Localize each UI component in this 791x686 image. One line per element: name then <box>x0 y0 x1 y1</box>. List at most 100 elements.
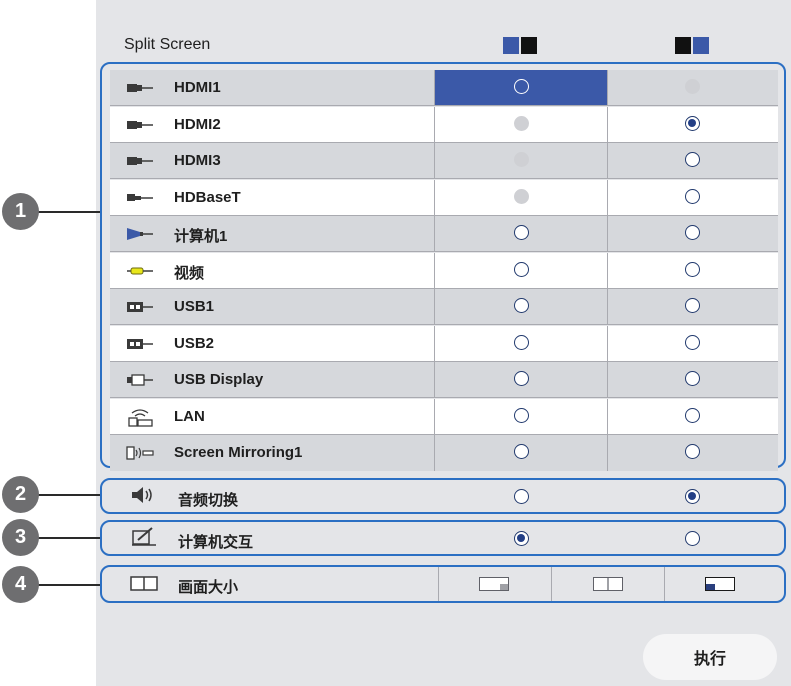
source-row[interactable]: USB1 <box>110 289 778 325</box>
hdbaset-icon <box>127 193 153 201</box>
callout-3: 3 <box>2 519 39 556</box>
source-label: HDMI2 <box>174 115 221 133</box>
source-row[interactable]: USB2 <box>110 325 778 362</box>
divider <box>607 362 608 398</box>
source-right-radio[interactable] <box>685 152 700 167</box>
computer-vga-icon <box>127 228 153 240</box>
divider <box>607 143 608 179</box>
source-right-radio[interactable] <box>685 444 700 459</box>
source-label: 计算机1 <box>174 228 228 245</box>
divider <box>607 435 608 471</box>
divider <box>434 252 435 289</box>
divider <box>607 106 608 143</box>
callout-leader <box>38 584 100 586</box>
source-left-radio[interactable] <box>514 225 529 240</box>
interactive-row[interactable]: 计算机交互 <box>114 522 783 554</box>
screen-mirroring-icon <box>126 446 154 460</box>
source-row[interactable]: USB Display <box>110 362 778 398</box>
source-row[interactable]: Screen Mirroring1 <box>110 435 778 471</box>
pen-icon <box>132 527 156 546</box>
source-right-radio[interactable] <box>685 115 700 131</box>
source-right-radio[interactable] <box>685 371 700 386</box>
divider <box>434 216 435 252</box>
source-label: HDMI3 <box>174 152 221 169</box>
speaker-icon <box>132 487 152 503</box>
lan-icon <box>128 408 153 427</box>
audio-label: 音频切换 <box>178 492 239 509</box>
source-left-radio[interactable] <box>514 371 529 386</box>
source-left-radio[interactable] <box>514 298 529 313</box>
hdmi-icon <box>127 84 153 92</box>
usb-icon <box>127 302 153 312</box>
callout-leader <box>38 211 100 213</box>
source-right-radio[interactable] <box>685 334 700 350</box>
callout-2: 2 <box>2 476 39 513</box>
interactive-right-radio[interactable] <box>685 531 700 546</box>
source-label: 视频 <box>174 264 205 282</box>
source-label: HDMI1 <box>174 79 221 96</box>
source-row[interactable]: 视频 <box>110 252 778 289</box>
usb-display-icon <box>127 374 153 386</box>
divider <box>607 398 608 435</box>
source-left-radio[interactable] <box>514 79 529 94</box>
divider <box>664 567 665 601</box>
divider <box>434 325 435 362</box>
source-label: LAN <box>174 407 205 425</box>
divider <box>607 325 608 362</box>
source-right-radio[interactable] <box>685 261 700 277</box>
divider <box>551 567 552 601</box>
audio-row[interactable]: 音频切换 <box>114 480 783 512</box>
source-left-radio[interactable] <box>514 444 529 459</box>
source-left-radio[interactable] <box>514 334 529 350</box>
audio-right-radio[interactable] <box>685 489 700 504</box>
source-label: USB2 <box>174 334 215 352</box>
divider <box>434 362 435 398</box>
callout-1: 1 <box>2 193 39 230</box>
screen-size-label: 画面大小 <box>178 579 239 596</box>
interactive-left-radio[interactable] <box>514 531 529 546</box>
source-right-radio[interactable] <box>685 188 700 204</box>
callout-leader <box>38 494 100 496</box>
divider <box>607 252 608 289</box>
hdmi-icon <box>127 120 153 129</box>
divider <box>434 435 435 471</box>
divider <box>434 289 435 325</box>
hdmi-icon <box>127 157 153 165</box>
source-row[interactable]: HDMI2 <box>110 106 778 143</box>
divider <box>434 143 435 179</box>
screen-size-icon <box>130 576 158 591</box>
source-left-radio[interactable] <box>514 261 529 277</box>
source-row[interactable]: 计算机1 <box>110 216 778 252</box>
interactive-group: 计算机交互 <box>100 520 786 556</box>
source-label: HDBaseT <box>174 188 241 206</box>
split-right-icon <box>675 37 711 54</box>
source-row[interactable]: HDMI3 <box>110 143 778 179</box>
divider <box>434 106 435 143</box>
source-row[interactable]: LAN <box>110 398 778 435</box>
source-right-radio[interactable] <box>685 225 700 240</box>
source-left-radio <box>514 188 529 204</box>
size-left-large-icon[interactable] <box>479 577 509 591</box>
source-row[interactable]: HDBaseT <box>110 179 778 216</box>
size-right-large-icon[interactable] <box>705 577 735 591</box>
divider <box>434 398 435 435</box>
source-right-radio[interactable] <box>685 407 700 423</box>
source-left-radio[interactable] <box>514 407 529 423</box>
split-left-icon <box>503 37 539 54</box>
source-label: USB1 <box>174 298 215 315</box>
size-equal-icon[interactable] <box>593 577 623 591</box>
source-right-radio[interactable] <box>685 298 700 313</box>
execute-button[interactable]: 执行 <box>643 634 777 680</box>
divider <box>438 567 439 601</box>
callout-leader <box>38 537 100 539</box>
video-rca-icon <box>127 267 153 274</box>
source-group: HDMI1 HDMI2 HDMI3 HDBaseT 计算机1 视频 USB1 USB2 USB … <box>100 62 786 471</box>
divider <box>607 70 608 106</box>
screen-size-row: 画面大小 <box>114 567 783 601</box>
source-left-radio <box>514 152 529 167</box>
source-label: USB Display <box>174 371 264 388</box>
audio-left-radio[interactable] <box>514 489 529 504</box>
interactive-label: 计算机交互 <box>178 534 254 551</box>
screen-size-group: 画面大小 <box>100 565 786 603</box>
source-row[interactable]: HDMI1 <box>110 70 778 106</box>
